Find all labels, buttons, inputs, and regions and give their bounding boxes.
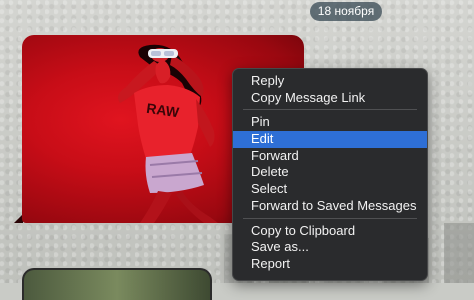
context-menu: Reply Copy Message Link Pin Edit Forward…: [232, 68, 428, 281]
menu-item-save-as[interactable]: Save as...: [233, 239, 427, 256]
menu-item-report[interactable]: Report: [233, 256, 427, 273]
menu-separator: [243, 217, 417, 219]
menu-item-copy-to-clipboard[interactable]: Copy to Clipboard: [233, 223, 427, 240]
menu-item-copy-message-link[interactable]: Copy Message Link: [233, 90, 427, 107]
menu-item-forward-to-saved[interactable]: Forward to Saved Messages: [233, 198, 427, 215]
menu-item-select[interactable]: Select: [233, 181, 427, 198]
menu-item-delete[interactable]: Delete: [233, 164, 427, 181]
menu-item-reply[interactable]: Reply: [233, 73, 427, 90]
menu-item-edit[interactable]: Edit: [233, 131, 427, 148]
date-badge: 18 ноября: [310, 2, 382, 21]
menu-item-forward[interactable]: Forward: [233, 148, 427, 165]
menu-separator: [243, 109, 417, 111]
menu-item-pin[interactable]: Pin: [233, 114, 427, 131]
next-photo-message[interactable]: [22, 268, 212, 300]
